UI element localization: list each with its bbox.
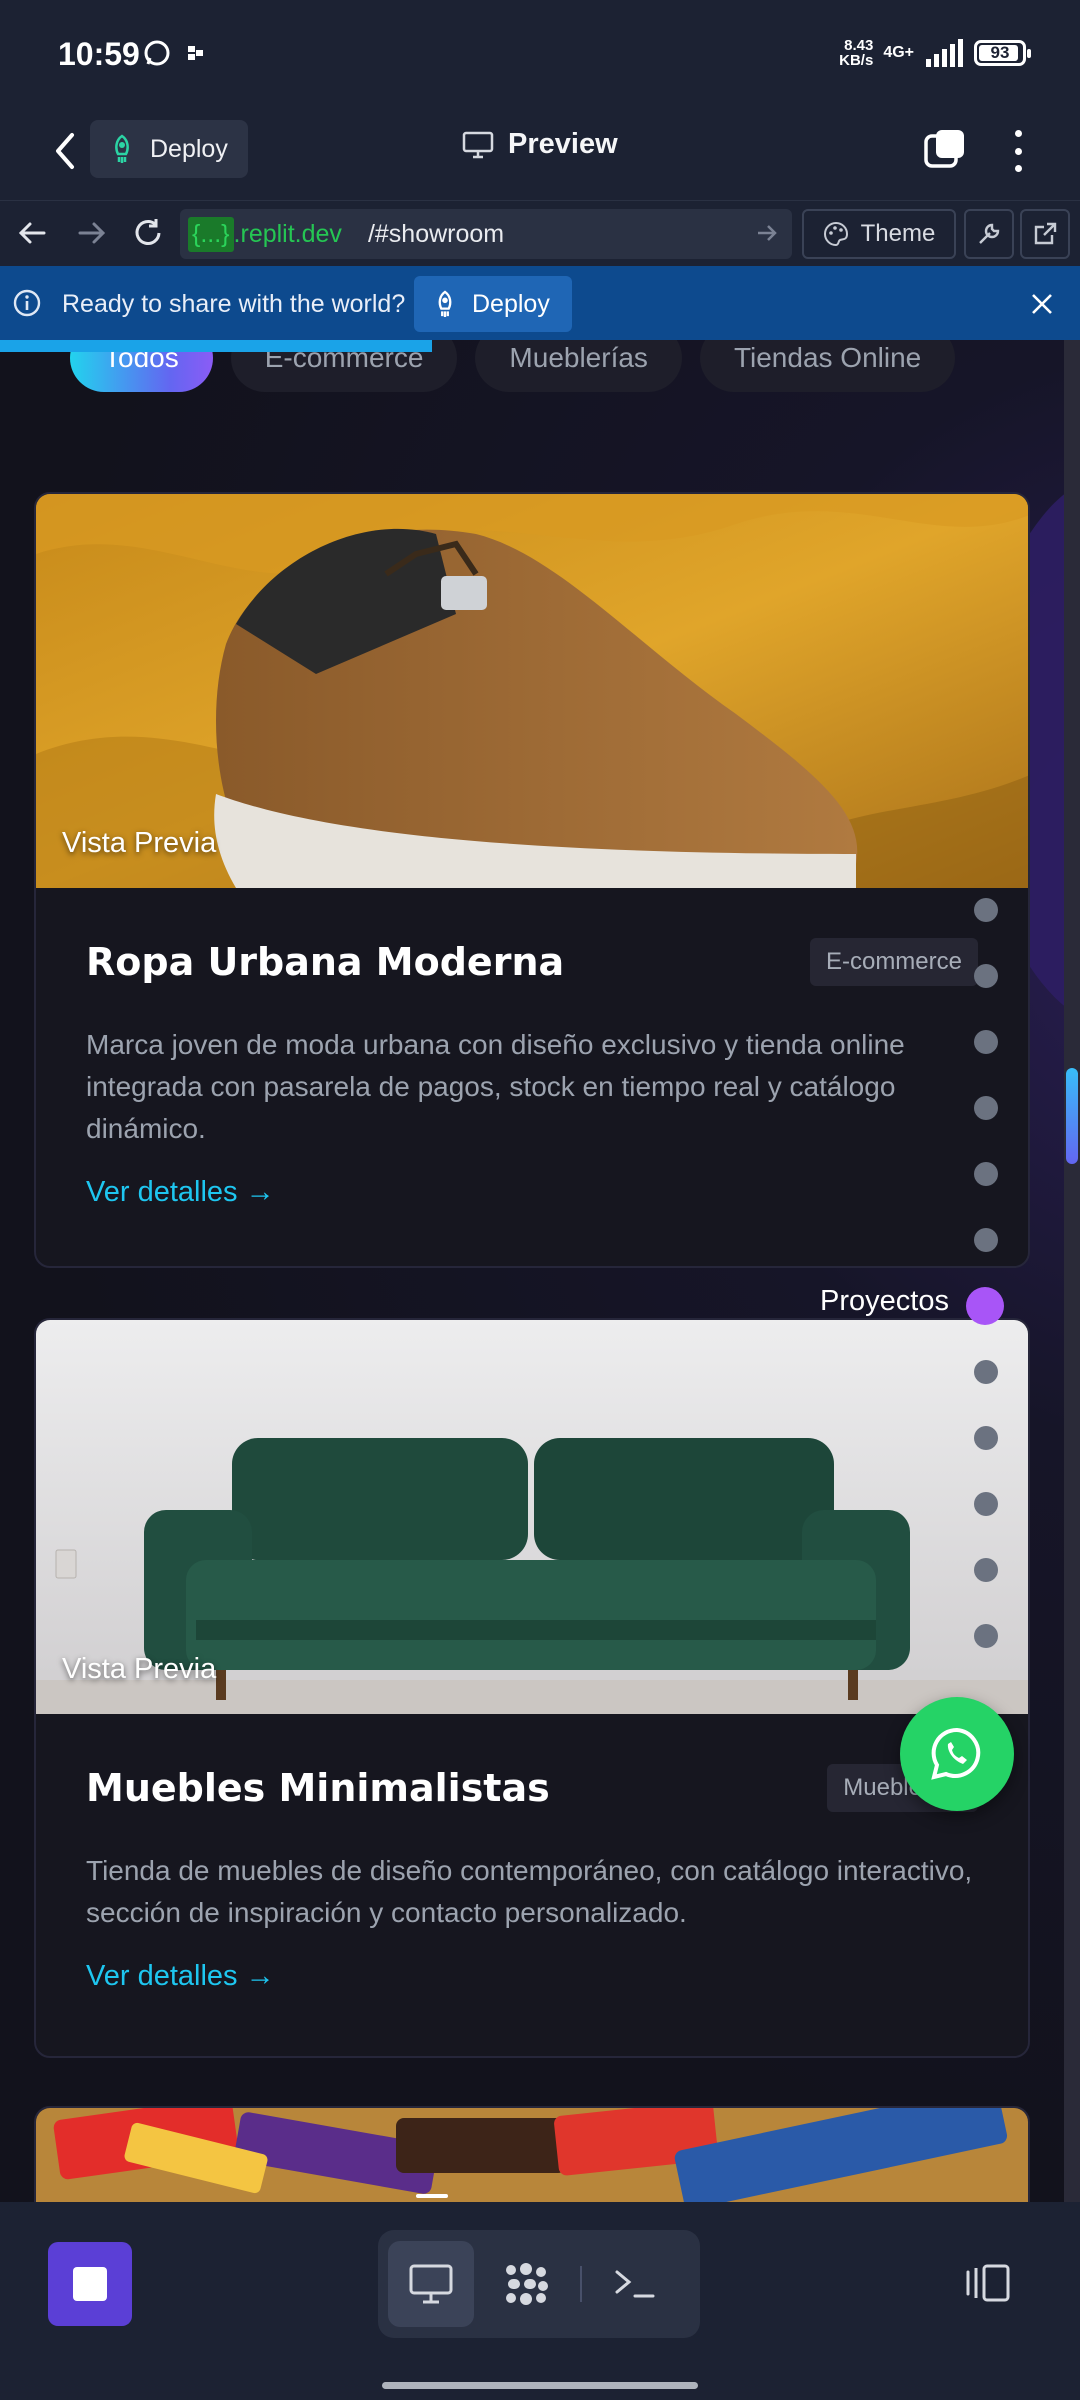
page-scrollbar[interactable] <box>1064 340 1080 2202</box>
url-host-placeholder: {...} <box>188 216 234 252</box>
info-icon <box>13 289 41 317</box>
banner-message: Ready to share with the world? <box>62 290 406 318</box>
url-input[interactable]: {...} .replit.dev /#showroom <box>180 209 792 259</box>
workspace-view-button[interactable] <box>484 2241 570 2327</box>
whatsapp-icon <box>931 1727 981 1780</box>
section-dot[interactable] <box>974 1162 998 1186</box>
sneaker-preview-image: Vista Previa <box>36 494 1028 888</box>
preview-title: Preview <box>462 128 618 161</box>
section-dot[interactable] <box>974 1558 998 1582</box>
view-details-link[interactable]: Ver detalles → <box>86 1176 275 1209</box>
deploy-button[interactable]: Deploy <box>90 120 248 178</box>
forward-arrow-icon[interactable] <box>74 215 110 251</box>
net-speed: 8.43 KB/s <box>839 37 874 69</box>
tabs-icon[interactable] <box>922 126 968 172</box>
web-preview[interactable]: Todos E-commerce Mueblerías Tiendas Onli… <box>0 340 1080 2202</box>
view-switcher <box>378 2230 700 2338</box>
terminal-icon <box>615 2270 655 2298</box>
sofa-preview-image: Vista Previa <box>36 1320 1028 1714</box>
reload-icon[interactable] <box>130 215 166 251</box>
external-link-icon <box>1034 222 1057 245</box>
more-options-button[interactable] <box>1000 126 1036 176</box>
whatsapp-float-button[interactable] <box>900 1697 1014 1811</box>
section-dot[interactable] <box>974 1360 998 1384</box>
rocket-icon <box>438 290 452 317</box>
whatsapp-notification-icon <box>144 40 170 66</box>
section-dot[interactable] <box>974 1096 998 1120</box>
card-title: Ropa Urbana Moderna <box>86 940 565 984</box>
section-dot[interactable] <box>974 1426 998 1450</box>
card-description: Marca joven de moda urbana con diseño ex… <box>86 1029 905 1144</box>
wrench-icon <box>979 223 1000 244</box>
go-arrow-icon[interactable] <box>756 222 778 244</box>
section-dot[interactable] <box>974 1228 998 1252</box>
stop-button[interactable] <box>48 2242 132 2326</box>
palette-icon <box>823 221 848 247</box>
project-card[interactable]: Vista Previa Ropa Urbana Moderna E-comme… <box>34 492 1030 1268</box>
rocket-icon <box>115 134 129 163</box>
url-path: /#showroom <box>367 219 505 248</box>
bottom-toolbar <box>0 2202 1080 2400</box>
candy-preview-image <box>36 2108 1028 2202</box>
back-button[interactable] <box>40 126 90 176</box>
card-category-tag: E-commerce <box>809 938 978 986</box>
network-type: 4G+ <box>883 44 914 61</box>
section-dot[interactable] <box>974 964 998 988</box>
preview-label: Vista Previa <box>62 827 217 859</box>
close-icon[interactable] <box>1028 290 1056 318</box>
battery-indicator: 93 <box>974 40 1031 66</box>
section-dot[interactable] <box>974 898 998 922</box>
chevron-left-icon <box>56 133 74 169</box>
deploy-button-label: Deploy <box>150 134 228 163</box>
status-bar: 10:59 8.43 KB/s 4G+ 93 <box>0 0 1080 104</box>
console-view-button[interactable] <box>592 2241 678 2327</box>
url-host: .replit.dev <box>233 219 342 248</box>
view-details-link[interactable]: Ver detalles → <box>86 1960 275 1993</box>
open-external-button[interactable] <box>1020 209 1070 259</box>
monitor-icon <box>462 131 494 158</box>
preview-view-button[interactable] <box>388 2241 474 2327</box>
monitor-icon <box>409 2264 453 2304</box>
url-bar: {...} .replit.dev /#showroom Theme <box>0 200 1080 266</box>
section-dot[interactable] <box>974 1624 998 1648</box>
section-dot[interactable] <box>974 1030 998 1054</box>
page-load-progress <box>0 340 1080 352</box>
section-dot-label: Proyectos <box>820 1285 949 1317</box>
page-load-progress-fill <box>0 340 432 352</box>
replit-apps-icon <box>506 2263 548 2305</box>
back-arrow-icon[interactable] <box>14 215 50 251</box>
section-dot[interactable] <box>974 1492 998 1516</box>
banner-deploy-button[interactable]: Deploy <box>414 276 572 332</box>
status-time: 10:59 <box>58 36 140 72</box>
section-dot-active[interactable] <box>966 1287 1004 1325</box>
app-bar: Deploy Preview <box>0 104 1080 200</box>
split-view-icon[interactable] <box>962 2262 1012 2304</box>
theme-button[interactable]: Theme <box>802 209 956 259</box>
project-card[interactable] <box>34 2106 1030 2202</box>
stop-icon <box>73 2267 107 2301</box>
signal-icon <box>926 39 963 67</box>
card-title: Muebles Minimalistas <box>86 1766 550 1810</box>
preview-label: Vista Previa <box>62 1653 217 1685</box>
devtools-button[interactable] <box>964 209 1014 259</box>
deploy-banner: Ready to share with the world? Deploy <box>0 266 1080 340</box>
card-description: Tienda de muebles de diseño contemporáne… <box>86 1855 973 1928</box>
home-indicator[interactable] <box>382 2382 698 2389</box>
project-card[interactable]: Vista Previa Muebles Minimalistas Mueble… <box>34 1318 1030 2058</box>
app-notification-icon <box>188 46 203 60</box>
